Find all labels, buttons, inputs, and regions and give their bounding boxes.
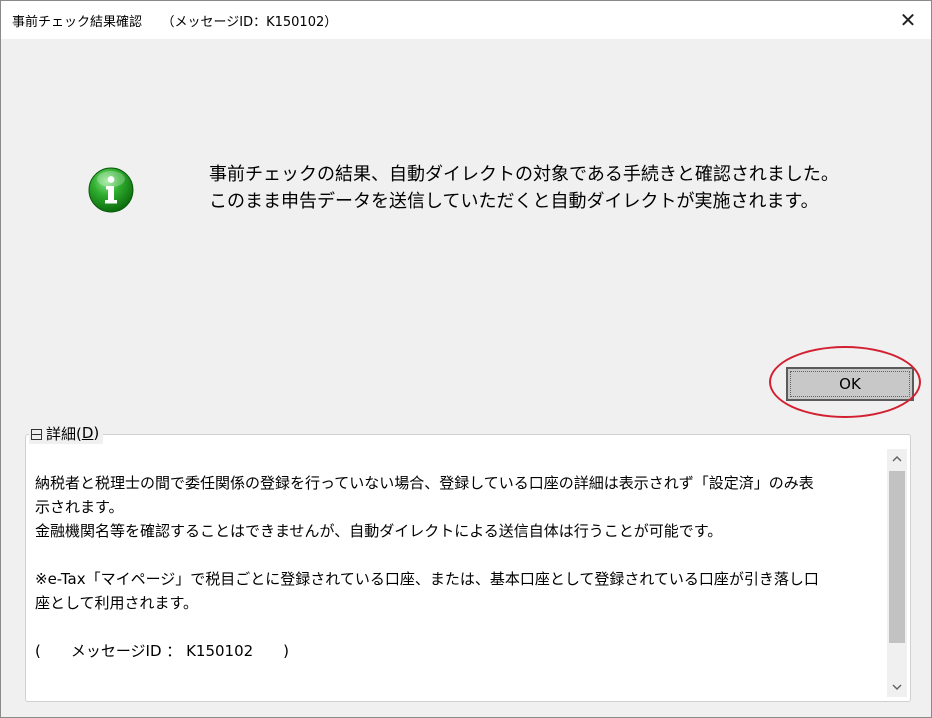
chevron-down-icon bbox=[892, 684, 902, 690]
details-para2-line2: 座として利用されます。 bbox=[35, 594, 199, 612]
details-para1-line2: 示されます。 bbox=[35, 498, 124, 516]
result-message: 事前チェックの結果、自動ダイレクトの対象である手続きと確認されました。 このまま… bbox=[209, 161, 909, 215]
details-label-prefix: 詳細( bbox=[46, 424, 82, 443]
message-line-2: このまま申告データを送信していただくと自動ダイレクトが実施されます。 bbox=[209, 191, 819, 212]
details-scrollbar[interactable] bbox=[887, 449, 907, 697]
details-label-suffix: ) bbox=[93, 424, 100, 442]
scroll-down-button[interactable] bbox=[887, 677, 907, 697]
dialog-window: 事前チェック結果確認 （メッセージID：K150102） ✕ 事前チェックの結果… bbox=[0, 0, 932, 718]
details-text: 納税者と税理士の間で委任関係の登録を行っていない場合、登録している口座の詳細は表… bbox=[35, 471, 885, 663]
ok-button[interactable]: OK bbox=[786, 367, 914, 401]
ok-button-label: OK bbox=[839, 375, 861, 393]
details-para1-line1: 納税者と税理士の間で委任関係の登録を行っていない場合、登録している口座の詳細は表… bbox=[35, 474, 814, 492]
window-title: 事前チェック結果確認 （メッセージID：K150102） bbox=[12, 15, 338, 30]
title-bar[interactable]: 事前チェック結果確認 （メッセージID：K150102） ✕ bbox=[1, 1, 931, 39]
scroll-thumb[interactable] bbox=[889, 471, 905, 643]
collapse-icon: － bbox=[30, 427, 43, 442]
info-icon bbox=[88, 167, 134, 213]
close-icon: ✕ bbox=[899, 8, 917, 32]
details-message-id: ( メッセージID ： K150102 ) bbox=[35, 642, 290, 660]
scroll-up-button[interactable] bbox=[887, 449, 907, 469]
details-label-accesskey: D bbox=[81, 424, 94, 442]
details-para2-line1: ※e-Tax「マイページ」で税目ごとに登録されている口座、または、基本口座として… bbox=[35, 570, 819, 588]
details-para1-line3: 金融機関名等を確認することはできませんが、自動ダイレクトによる送信自体は行うこと… bbox=[35, 522, 723, 540]
chevron-up-icon bbox=[892, 456, 902, 462]
details-toggle[interactable]: － 詳細(D) bbox=[29, 422, 104, 444]
close-button[interactable]: ✕ bbox=[885, 1, 931, 39]
message-line-1: 事前チェックの結果、自動ダイレクトの対象である手続きと確認されました。 bbox=[209, 164, 839, 185]
